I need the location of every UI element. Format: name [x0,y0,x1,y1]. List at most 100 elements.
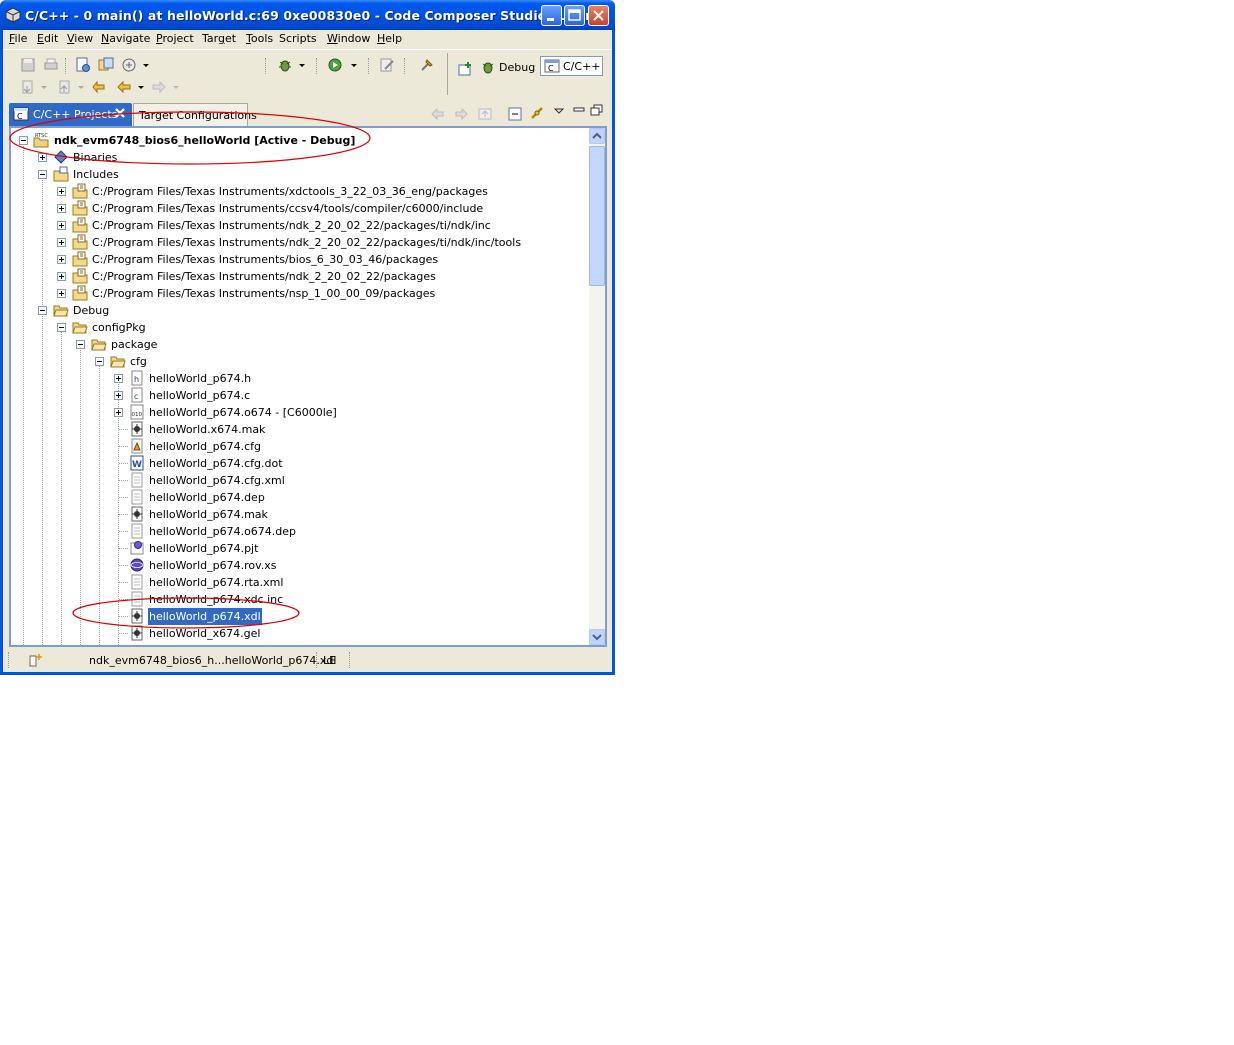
tree-row-cfg[interactable]: cfg [11,353,586,370]
collapse-toggle[interactable] [57,323,66,332]
open-perspective-icon[interactable] [457,61,473,77]
view-menu-icon[interactable] [552,104,568,120]
scroll-thumb[interactable] [589,146,605,286]
menu-help[interactable]: Help [377,32,402,45]
tree-row-include-path[interactable]: C:/Program Files/Texas Instruments/ndk_2… [11,234,586,251]
expand-toggle[interactable] [114,408,123,417]
menu-tools[interactable]: Tools [246,32,273,45]
pin-icon[interactable] [419,57,435,73]
perspective-debug-button[interactable]: Debug [480,57,535,77]
tree-row-binaries[interactable]: Binaries [11,149,586,166]
last-edit-location-icon[interactable] [92,79,108,95]
tab-cpp-projects[interactable]: C C/C++ Projects [9,103,132,126]
dropdown-arrow-icon[interactable] [295,57,311,73]
tab-target-configurations[interactable]: Target Configurations [133,103,257,126]
tree-row-cfg-file[interactable]: helloWorld_x674.gel [11,625,586,642]
tree-row-include-path[interactable]: C:/Program Files/Texas Instruments/nsp_1… [11,285,586,302]
prev-annotation-icon[interactable] [57,79,73,95]
menu-navigate[interactable]: Navigate [101,32,150,45]
menu-edit[interactable]: Edit [37,32,58,45]
fast-view-icon[interactable] [27,652,43,668]
title-bar[interactable]: C/C++ - 0 main() at helloWorld.c:69 0xe0… [0,0,615,30]
tree-row-project[interactable]: RTSC ndk_evm6748_bios6_helloWorld [Activ… [11,132,586,149]
menu-project[interactable]: Project [156,32,194,45]
maximize-view-icon[interactable] [589,103,605,119]
next-annotation-icon[interactable] [20,79,36,95]
expand-toggle[interactable] [57,272,66,281]
close-tab-icon[interactable] [114,107,126,119]
menu-target[interactable]: Target [202,32,236,45]
dropdown-arrow-icon[interactable] [74,79,90,95]
menu-window[interactable]: Window [327,32,370,45]
close-button[interactable] [588,5,609,26]
run-icon[interactable] [328,57,344,73]
edit-icon[interactable] [379,57,395,73]
collapse-toggle[interactable] [95,357,104,366]
print-icon[interactable] [43,57,59,73]
tree-row-cfg-file[interactable]: helloWorld.x674.mak [11,421,586,438]
build-icon[interactable] [98,57,114,73]
tree-row-cfg-file[interactable]: h helloWorld_p674.h [11,370,586,387]
tree-row-cfg-file[interactable]: helloWorld_p674.dep [11,489,586,506]
tree-row-includes[interactable]: Includes [11,166,586,183]
tree-row-include-path[interactable]: C:/Program Files/Texas Instruments/xdcto… [11,183,586,200]
dropdown-arrow-icon[interactable] [37,79,53,95]
expand-toggle[interactable] [57,289,66,298]
tree-row-configpkg[interactable]: configPkg [11,319,586,336]
vertical-scrollbar[interactable] [589,128,605,645]
expand-toggle[interactable] [114,374,123,383]
tree-row-cfg-file[interactable]: helloWorld_p674.xdc.inc [11,591,586,608]
tree-row-package[interactable]: package [11,336,586,353]
collapse-toggle[interactable] [76,340,85,349]
back-icon[interactable] [116,79,132,95]
perspective-cpp-button[interactable]: C C/C++ [540,56,603,76]
nav-up-icon[interactable] [477,106,493,122]
debug-bug-icon[interactable] [277,57,293,73]
tree-row-cfg-file[interactable]: helloWorld_p674.rov.xs [11,557,586,574]
collapse-toggle[interactable] [38,170,47,179]
dropdown-arrow-icon[interactable] [139,57,155,73]
link-with-editor-icon[interactable] [529,106,545,122]
expand-toggle[interactable] [38,153,47,162]
nav-back-icon[interactable] [430,106,446,122]
tree-row-cfg-file[interactable]: helloWorld_p674.cfg.xml [11,472,586,489]
minimize-button[interactable] [541,5,562,26]
tree-row-include-path[interactable]: C:/Program Files/Texas Instruments/bios_… [11,251,586,268]
scroll-down-button[interactable] [589,629,605,645]
tree-row-cfg-file[interactable]: helloWorld_p674.pjt [11,540,586,557]
tree-row-cfg-file[interactable]: helloWorld_p674.rta.xml [11,574,586,591]
collapse-toggle[interactable] [38,306,47,315]
new-project-icon[interactable] [75,57,91,73]
tree-row-cfg-file[interactable]: 010 helloWorld_p674.o674 - [C6000le] [11,404,586,421]
menu-view[interactable]: View [67,32,93,45]
expand-toggle[interactable] [57,204,66,213]
tree-row-cfg-file[interactable]: helloWorld_p674.o674.dep [11,523,586,540]
tree-row-include-path[interactable]: C:/Program Files/Texas Instruments/ndk_2… [11,217,586,234]
tree-row-cfg-file[interactable]: helloWorld_p674.xdl [11,608,586,625]
forward-icon[interactable] [151,79,167,95]
menu-file[interactable]: File [9,32,27,45]
collapse-all-icon[interactable] [507,106,523,122]
expand-toggle[interactable] [57,221,66,230]
collapse-toggle[interactable] [19,136,28,145]
tree-row-cfg-file[interactable]: c helloWorld_p674.c [11,387,586,404]
tree-row-debug[interactable]: Debug [11,302,586,319]
scroll-up-button[interactable] [589,128,605,144]
tree-row-cfg-file[interactable]: WhelloWorld_p674.cfg.dot [11,455,586,472]
save-icon[interactable] [20,57,36,73]
minimize-view-icon[interactable] [571,103,587,119]
dropdown-arrow-icon[interactable] [169,79,185,95]
tree-row-cfg-file[interactable]: helloWorld_p674.cfg [11,438,586,455]
tree-row-include-path[interactable]: C:/Program Files/Texas Instruments/ccsv4… [11,200,586,217]
tree-row-include-path[interactable]: C:/Program Files/Texas Instruments/ndk_2… [11,268,586,285]
expand-toggle[interactable] [114,391,123,400]
dropdown-arrow-icon[interactable] [134,79,150,95]
nav-forward-icon[interactable] [453,106,469,122]
debug-config-icon[interactable] [121,57,137,73]
expand-toggle[interactable] [57,187,66,196]
expand-toggle[interactable] [57,255,66,264]
tree-row-cfg-file[interactable]: helloWorld_p674.mak [11,506,586,523]
dropdown-arrow-icon[interactable] [347,57,363,73]
menu-scripts[interactable]: Scripts [279,32,317,45]
maximize-button[interactable] [564,5,585,26]
